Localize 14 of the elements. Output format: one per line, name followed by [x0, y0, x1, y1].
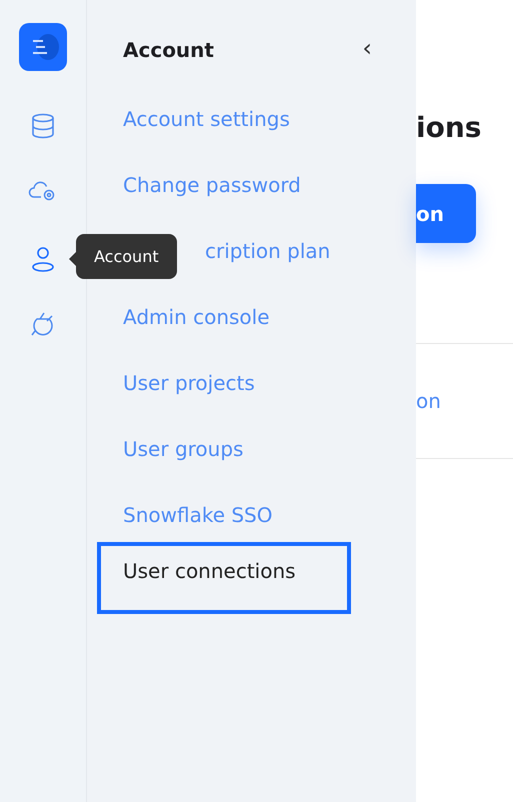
- menu-item[interactable]: Admin console: [97, 284, 351, 350]
- table-link[interactable]: on: [416, 389, 441, 413]
- panel-title: Account: [123, 38, 214, 62]
- tooltip-pointer-icon: [69, 252, 76, 266]
- menu-item[interactable]: User groups: [97, 416, 351, 482]
- page-heading: ions: [416, 111, 482, 144]
- menu-item[interactable]: User connections: [97, 542, 351, 614]
- collapse-button[interactable]: ‹: [362, 34, 406, 66]
- menu-item[interactable]: Account settings: [97, 86, 351, 152]
- tooltip: Account: [76, 234, 177, 279]
- primary-button[interactable]: on: [416, 184, 476, 243]
- menu-item[interactable]: Change password: [97, 152, 351, 218]
- logo-icon: [19, 23, 67, 71]
- menu-item[interactable]: User projects: [97, 350, 351, 416]
